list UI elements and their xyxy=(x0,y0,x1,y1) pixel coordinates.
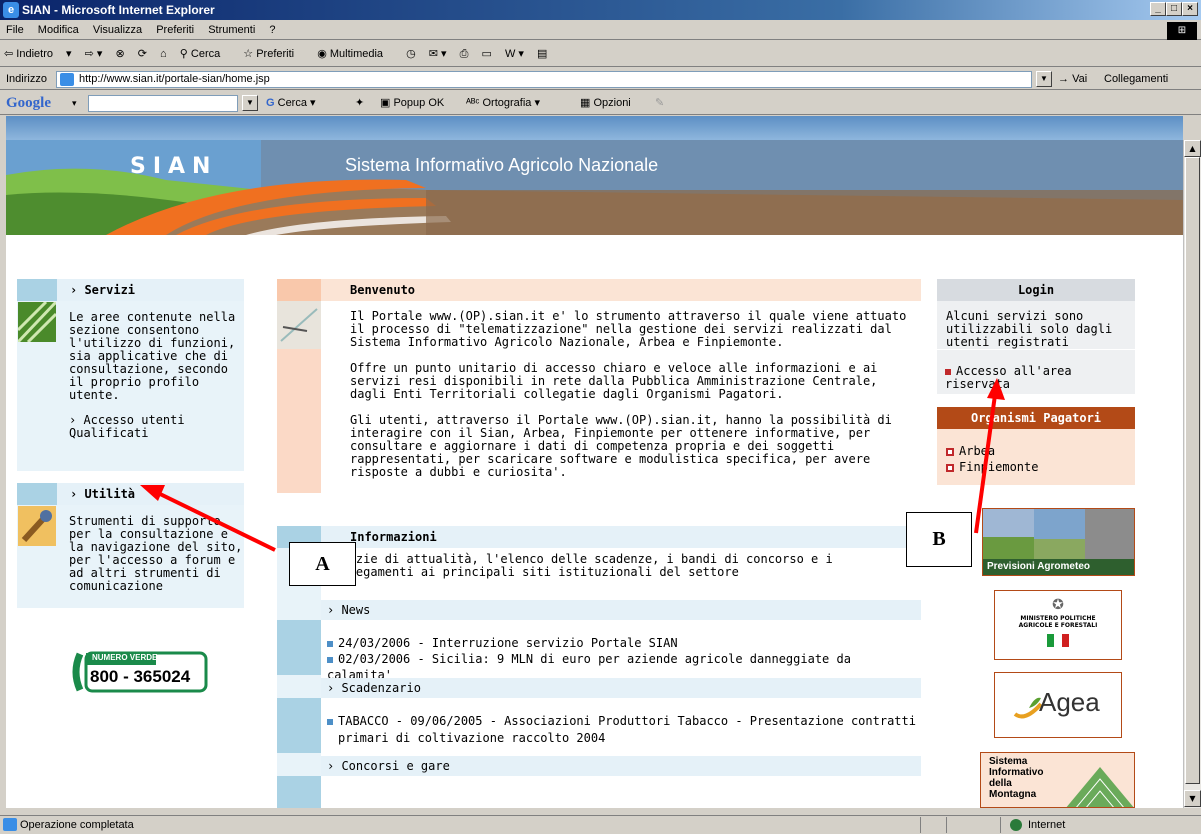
page-done-icon xyxy=(3,818,17,831)
vertical-scrollbar[interactable]: ▲ ▼ xyxy=(1183,140,1201,808)
annotation-a: A xyxy=(289,542,356,586)
status-bar: Operazione completata Internet xyxy=(0,815,1201,834)
scroll-up-icon[interactable]: ▲ xyxy=(1184,140,1201,157)
scroll-down-icon[interactable]: ▼ xyxy=(1184,790,1201,807)
scroll-thumb[interactable] xyxy=(1185,157,1200,784)
browser-window: e SIAN - Microsoft Internet Explorer _ □… xyxy=(0,0,1201,834)
annotation-arrows xyxy=(140,378,1005,552)
annotation-b: B xyxy=(906,512,972,567)
globe-icon xyxy=(1010,819,1022,831)
